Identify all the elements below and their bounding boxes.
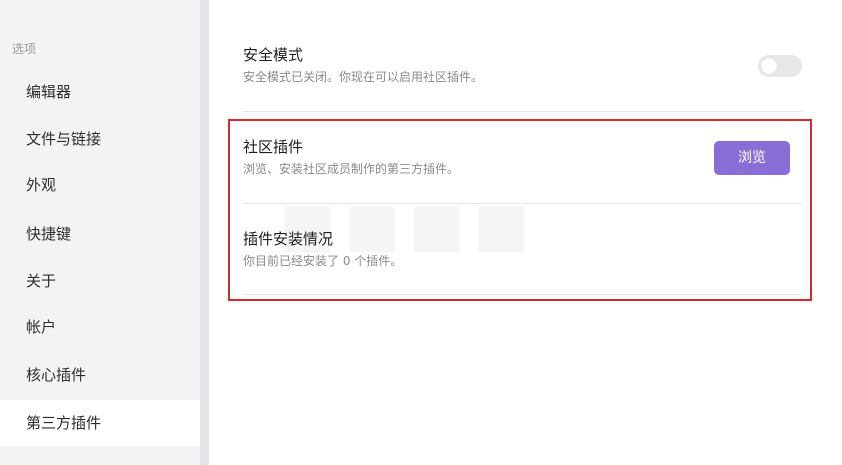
settings-main: 安全模式 安全模式已关闭。你现在可以启用社区插件。 ■■■■ 社区插件 浏览、安… [209,0,842,465]
sidebar-section-label: 选项 [12,42,37,56]
highlight-annotation-box [228,119,812,301]
toggle-knob [761,58,777,74]
sidebar-item-third-party-plugins[interactable]: 第三方插件 [0,400,200,446]
sidebar-item-core-plugins[interactable]: 核心插件 [0,352,200,398]
sidebar-divider [200,0,209,465]
settings-sidebar: 选项 编辑器 文件与链接 外观 快捷键 关于 帐户 核心插件 第三方插件 [0,0,200,465]
sidebar-item-account[interactable]: 帐户 [0,304,200,350]
sidebar-item-editor[interactable]: 编辑器 [0,69,200,115]
safe-mode-title: 安全模式 [243,46,304,64]
sidebar-item-hotkeys[interactable]: 快捷键 [0,211,200,257]
safe-mode-toggle[interactable] [758,55,802,77]
safe-mode-description: 安全模式已关闭。你现在可以启用社区插件。 [243,70,484,84]
sidebar-item-about[interactable]: 关于 [0,258,200,304]
section-divider [243,111,802,112]
safe-mode-setting: 安全模式 安全模式已关闭。你现在可以启用社区插件。 [243,45,802,85]
settings-window: 选项 编辑器 文件与链接 外观 快捷键 关于 帐户 核心插件 第三方插件 安全模… [0,0,842,465]
sidebar-item-appearance[interactable]: 外观 [0,162,200,208]
sidebar-item-files-links[interactable]: 文件与链接 [0,116,200,162]
